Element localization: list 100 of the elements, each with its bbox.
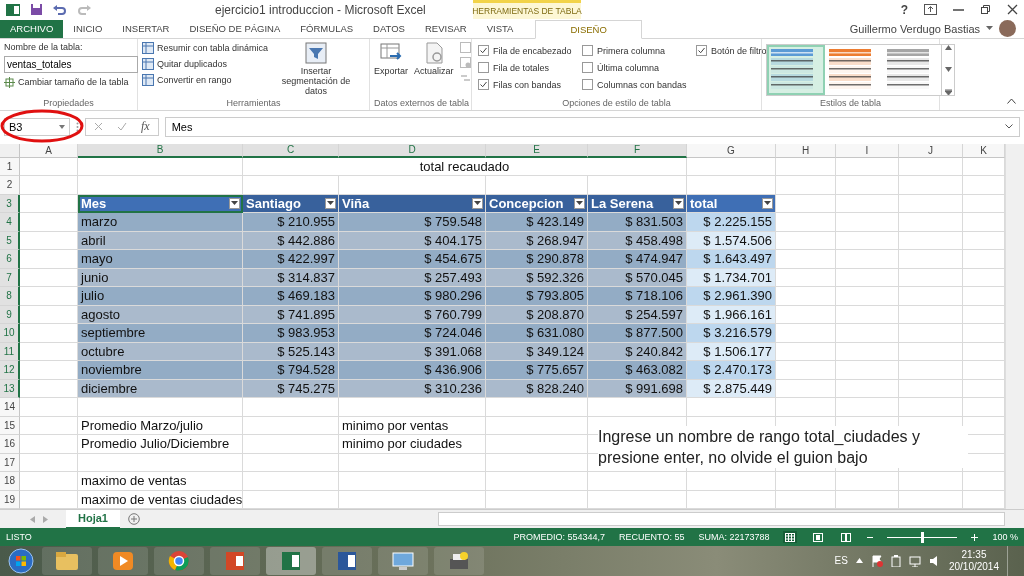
scroll-down-icon xyxy=(944,66,952,72)
option-label[interactable]: Columnas con bandas xyxy=(597,79,687,90)
formula-field[interactable]: Mes xyxy=(164,116,1020,137)
table-cell: $ 718.106 xyxy=(588,287,687,306)
column-header[interactable]: A xyxy=(20,143,78,158)
user-name[interactable]: Guillermo Verdugo Bastias xyxy=(849,22,980,35)
table-cell xyxy=(836,176,899,195)
help-button[interactable]: ? xyxy=(900,2,908,17)
view-button[interactable] xyxy=(783,531,798,544)
name-box[interactable]: B3 xyxy=(4,117,70,136)
resize-table-button[interactable]: Cambiar tamaño de la tabla xyxy=(4,76,138,88)
table-cell: maximo de ventas xyxy=(78,472,243,491)
column-header[interactable]: C xyxy=(243,143,339,158)
column-header[interactable]: J xyxy=(899,143,963,158)
column-header[interactable]: E xyxy=(486,143,588,158)
avatar[interactable] xyxy=(999,20,1016,38)
option-label[interactable]: Botón de filtro xyxy=(711,45,767,56)
row-header[interactable]: 2 xyxy=(0,176,20,195)
zoom-level[interactable]: 100 % xyxy=(992,532,1018,543)
refresh-button[interactable]: Actualizar xyxy=(414,41,454,98)
tool-button[interactable]: Convertir en rango xyxy=(142,73,269,86)
taskbar-app[interactable] xyxy=(154,547,204,575)
row-header[interactable]: 8 xyxy=(0,287,20,306)
taskbar-app[interactable] xyxy=(98,547,148,575)
column-header[interactable]: B xyxy=(78,143,243,158)
tool-button[interactable]: Quitar duplicados xyxy=(142,57,269,70)
option-label[interactable]: Filas con bandas xyxy=(493,79,562,90)
checkbox[interactable] xyxy=(478,62,489,74)
table-cell: $ 210.955 xyxy=(243,213,339,232)
vertical-scrollbar[interactable] xyxy=(1005,143,1024,510)
next-sheet-icon xyxy=(43,515,48,523)
option-label[interactable]: Primera columna xyxy=(597,45,666,56)
filter-button[interactable] xyxy=(762,197,773,209)
table-style-swatch[interactable] xyxy=(767,44,825,95)
taskbar-app[interactable] xyxy=(210,547,260,575)
filter-button[interactable] xyxy=(325,197,336,209)
row-header[interactable]: 18 xyxy=(0,472,20,491)
column-header[interactable]: G xyxy=(687,143,776,158)
tool-button[interactable]: Resumir con tabla dinámica xyxy=(142,41,269,54)
filter-button[interactable] xyxy=(574,197,585,209)
column-header[interactable]: H xyxy=(776,143,836,158)
network-icon xyxy=(908,555,921,567)
checkbox[interactable] xyxy=(478,45,489,57)
column-header[interactable]: D xyxy=(339,143,486,158)
table-cell: $ 2.225.155 xyxy=(687,213,776,232)
row-header[interactable]: 6 xyxy=(0,250,20,269)
ribbon-tab[interactable]: ARCHIVO xyxy=(0,19,64,38)
table-cell xyxy=(20,398,78,417)
more-icon xyxy=(944,88,952,95)
undo-icon xyxy=(53,3,67,16)
zoom-thumb[interactable] xyxy=(920,531,924,543)
option-label[interactable]: Fila de encabezado xyxy=(493,45,572,56)
table-cell xyxy=(776,361,836,380)
view-button[interactable] xyxy=(839,531,854,544)
column-header[interactable]: I xyxy=(836,143,899,158)
table-cell: minimo por ciudades xyxy=(339,435,486,454)
table-cell xyxy=(776,472,836,491)
table-cell: julio xyxy=(78,287,243,306)
option-label[interactable]: Fila de totales xyxy=(493,62,550,73)
taskbar-app[interactable] xyxy=(434,547,484,575)
table-cell: $ 980.296 xyxy=(339,287,486,306)
table-cell: minimo por ventas xyxy=(339,416,486,436)
checkbox[interactable] xyxy=(582,45,593,57)
row-header[interactable]: 16 xyxy=(0,435,20,454)
checkbox[interactable] xyxy=(582,62,593,74)
row-header[interactable]: 12 xyxy=(0,361,20,380)
row-header[interactable]: 4 xyxy=(0,213,20,232)
insert-function-button[interactable]: fx xyxy=(141,119,150,135)
view-button[interactable] xyxy=(811,531,826,544)
table-cell xyxy=(899,305,963,325)
table-cell xyxy=(836,324,899,343)
checkbox[interactable] xyxy=(582,79,593,91)
table-name-field[interactable]: ventas_totales xyxy=(4,55,138,73)
caret-icon xyxy=(231,201,238,206)
caret-icon xyxy=(675,201,682,206)
ribbon-tab[interactable]: DISEÑO xyxy=(535,19,642,39)
column-header[interactable]: K xyxy=(963,143,1005,158)
table-cell xyxy=(899,268,963,288)
taskbar-app[interactable] xyxy=(322,547,372,575)
slicer-button[interactable]: Insertar segmentación de datos xyxy=(274,41,359,98)
filter-button[interactable] xyxy=(229,197,240,209)
horizontal-scrollbar[interactable] xyxy=(438,512,1005,527)
sheet-tab[interactable]: Hoja1 xyxy=(66,509,120,529)
table-cell xyxy=(776,176,836,195)
table-cell xyxy=(776,157,836,177)
row-header[interactable]: 14 xyxy=(0,398,20,417)
option-label[interactable]: Última columna xyxy=(597,62,660,73)
taskbar-app[interactable] xyxy=(266,547,316,575)
export-button[interactable]: Exportar xyxy=(374,41,408,98)
filter-button[interactable] xyxy=(472,197,483,209)
taskbar-app[interactable] xyxy=(42,547,92,575)
clock[interactable]: 21:35 20/10/2014 xyxy=(948,549,999,573)
checkbox[interactable] xyxy=(696,45,707,57)
column-header[interactable]: F xyxy=(588,143,687,158)
filter-button[interactable] xyxy=(673,197,684,209)
checkbox[interactable] xyxy=(478,79,489,91)
row-header[interactable]: 10 xyxy=(0,324,20,343)
table-cell xyxy=(899,176,963,195)
table-cell: septiembre xyxy=(78,324,243,343)
language-indicator[interactable]: ES xyxy=(834,555,848,567)
